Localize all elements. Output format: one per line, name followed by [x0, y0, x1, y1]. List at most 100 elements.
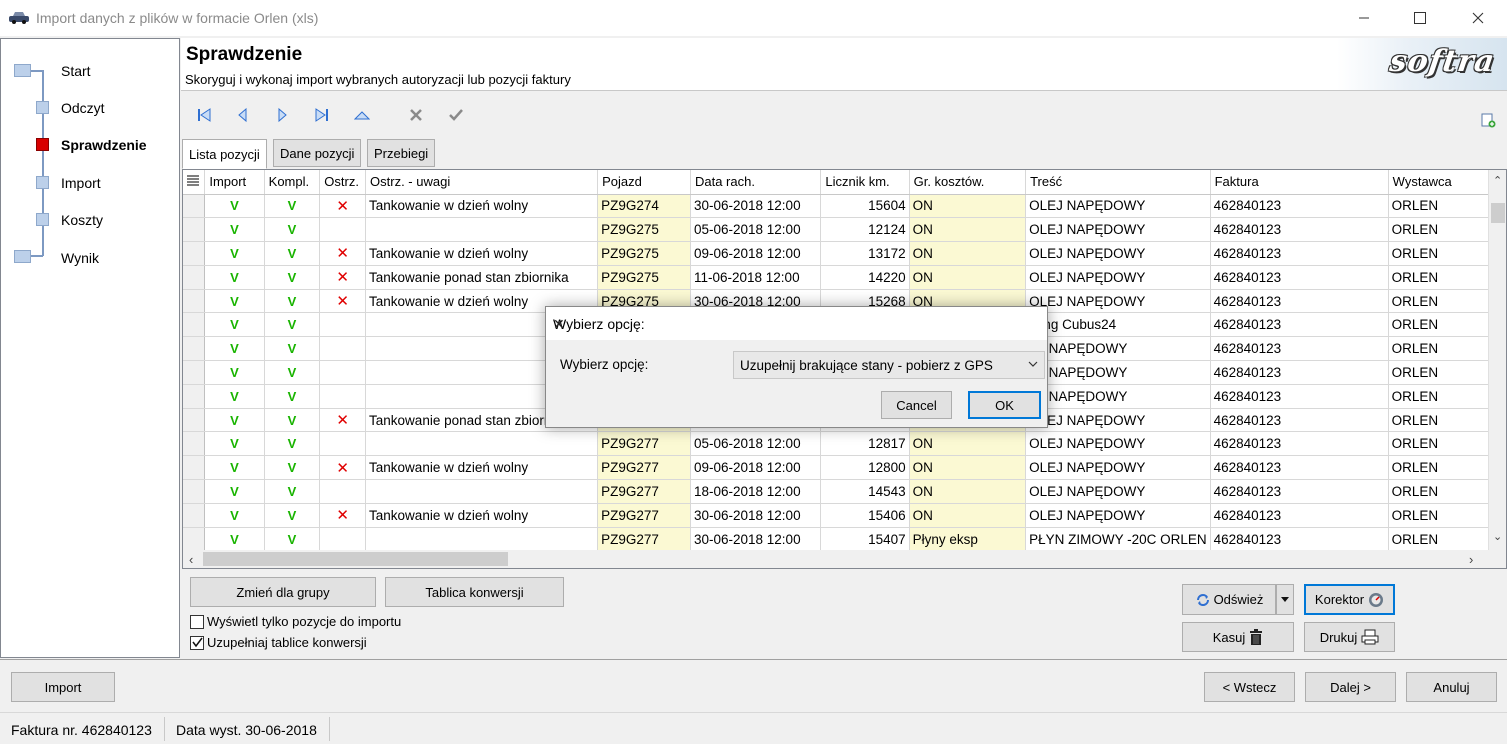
kompl-cell[interactable]: V — [264, 503, 321, 528]
odometer-cell[interactable]: 12800 — [820, 455, 910, 481]
cancel-button[interactable]: Anuluj — [1406, 672, 1497, 702]
warning-cell[interactable] — [319, 217, 367, 243]
issuer-cell[interactable]: ORLEN — [1388, 431, 1500, 457]
row-selector-header[interactable] — [183, 170, 206, 195]
warning-notes-cell[interactable]: Tankowanie w dzień wolny — [365, 455, 599, 481]
cost-group-cell[interactable]: ON — [909, 265, 1027, 290]
tab-lista-pozycji[interactable]: Lista pozycji — [182, 139, 267, 169]
row-selector[interactable] — [183, 503, 206, 528]
import-cell[interactable]: V — [204, 360, 265, 385]
delete-button[interactable]: Kasuj — [1182, 622, 1294, 652]
close-window-button[interactable] — [1449, 0, 1507, 36]
invoice-number-cell[interactable]: 462840123 — [1210, 289, 1389, 314]
invoice-number-cell[interactable]: 462840123 — [1210, 384, 1389, 409]
issuer-cell[interactable]: ORLEN — [1388, 527, 1500, 552]
first-record-button[interactable] — [194, 105, 214, 125]
vehicle-cell[interactable]: PZ9G275 — [597, 241, 691, 266]
invoice-date-cell[interactable]: 30-06-2018 12:00 — [690, 527, 822, 552]
import-cell[interactable]: V — [204, 408, 265, 433]
import-cell[interactable]: V — [204, 194, 265, 219]
warning-cell[interactable]: ✕ — [319, 241, 367, 266]
invoice-date-cell[interactable]: 18-06-2018 12:00 — [690, 479, 822, 504]
row-selector[interactable] — [183, 408, 206, 433]
maximize-button[interactable] — [1391, 0, 1449, 36]
next-button[interactable]: Dalej > — [1305, 672, 1396, 702]
invoice-date-cell[interactable]: 09-06-2018 12:00 — [690, 241, 822, 266]
kompl-cell[interactable]: V — [264, 241, 321, 266]
scroll-up-icon[interactable]: ⌃ — [1493, 174, 1502, 187]
warning-cell[interactable] — [319, 312, 367, 338]
back-button[interactable]: < Wstecz — [1204, 672, 1295, 702]
table-row[interactable]: V V ✕ Tankowanie w dzień wolny PZ9G274 30-06-… — [183, 194, 1506, 219]
warning-cell[interactable]: ✕ — [319, 289, 367, 314]
table-row[interactable]: V V PZ9G275 05-06-2018 12:00 12124 ON OLEJ NAP… — [183, 217, 1506, 243]
row-selector[interactable] — [183, 455, 206, 481]
warning-notes-cell[interactable]: Tankowanie w dzień wolny — [365, 194, 599, 219]
dialog-close-icon[interactable]: ✕ — [553, 316, 1035, 333]
minimize-button[interactable] — [1335, 0, 1393, 36]
warning-cell[interactable]: ✕ — [319, 503, 367, 528]
warning-cell[interactable] — [319, 360, 367, 385]
invoice-date-cell[interactable]: 30-06-2018 12:00 — [690, 194, 822, 219]
invoice-date-cell[interactable]: 30-06-2018 12:00 — [690, 503, 822, 528]
issuer-cell[interactable]: ORLEN — [1388, 217, 1500, 243]
invoice-number-cell[interactable]: 462840123 — [1210, 336, 1389, 362]
horizontal-scrollbar[interactable]: ‹ › — [183, 550, 1506, 568]
vehicle-cell[interactable]: PZ9G277 — [597, 431, 691, 457]
warning-notes-cell[interactable]: Tankowanie w dzień wolny — [365, 241, 599, 266]
move-up-button[interactable] — [352, 105, 372, 125]
invoice-number-cell[interactable]: 462840123 — [1210, 431, 1389, 457]
odometer-cell[interactable]: 12124 — [820, 217, 910, 243]
column-header-data[interactable]: Data rach. — [690, 170, 822, 195]
invoice-number-cell[interactable]: 462840123 — [1210, 408, 1389, 433]
table-row[interactable]: V V PZ9G277 05-06-2018 12:00 12817 ON OLEJ NAP… — [183, 431, 1506, 457]
vehicle-cell[interactable]: PZ9G277 — [597, 527, 691, 552]
confirm-edit-button[interactable] — [446, 105, 466, 125]
invoice-number-cell[interactable]: 462840123 — [1210, 360, 1389, 385]
column-header-faktura[interactable]: Faktura — [1210, 170, 1389, 195]
warning-notes-cell[interactable]: Tankowanie w dzień wolny — [365, 503, 599, 528]
description-cell[interactable]: EJ NAPĘDOWY — [1025, 336, 1211, 362]
table-row[interactable]: V V ✕ Tankowanie ponad stan zbiornika PZ9G27… — [183, 265, 1506, 290]
description-cell[interactable]: OLEJ NAPĘDOWY — [1025, 194, 1211, 219]
next-record-button[interactable] — [272, 105, 292, 125]
issuer-cell[interactable]: ORLEN — [1388, 384, 1500, 409]
import-cell[interactable]: V — [204, 455, 265, 481]
issuer-cell[interactable]: ORLEN — [1388, 194, 1500, 219]
print-button[interactable]: Drukuj — [1304, 622, 1395, 652]
invoice-number-cell[interactable]: 462840123 — [1210, 217, 1389, 243]
table-row[interactable]: V V PZ9G277 18-06-2018 12:00 14543 ON OLEJ NAP… — [183, 479, 1506, 504]
row-selector[interactable] — [183, 312, 206, 338]
import-cell[interactable]: V — [204, 241, 265, 266]
fill-conversion-checkbox-box[interactable] — [190, 635, 204, 650]
vehicle-cell[interactable]: PZ9G277 — [597, 455, 691, 481]
row-selector[interactable] — [183, 384, 206, 409]
refresh-dropdown-button[interactable] — [1276, 584, 1294, 615]
vertical-scroll-thumb[interactable] — [1491, 203, 1505, 223]
cost-group-cell[interactable]: Płyny eksp — [909, 527, 1027, 552]
invoice-date-cell[interactable]: 05-06-2018 12:00 — [690, 431, 822, 457]
column-header-ostrz[interactable]: Ostrz. — [319, 170, 367, 195]
column-header-licznik[interactable]: Licznik km. — [820, 170, 910, 195]
odometer-cell[interactable]: 15407 — [820, 527, 910, 552]
issuer-cell[interactable]: ORLEN — [1388, 408, 1500, 433]
warning-cell[interactable] — [319, 336, 367, 362]
kompl-cell[interactable]: V — [264, 289, 321, 314]
horizontal-scroll-thumb[interactable] — [203, 552, 508, 566]
column-header-kompl[interactable]: Kompl. — [264, 170, 321, 195]
kompl-cell[interactable]: V — [264, 384, 321, 409]
last-record-button[interactable] — [312, 105, 332, 125]
only-import-checkbox[interactable]: Wyświetl tylko pozycje do importu — [190, 614, 401, 629]
kompl-cell[interactable]: V — [264, 336, 321, 362]
scroll-right-icon[interactable]: › — [1469, 552, 1473, 567]
warning-notes-cell[interactable] — [365, 479, 599, 504]
kompl-cell[interactable]: V — [264, 455, 321, 481]
table-row[interactable]: V V ✕ Tankowanie w dzień wolny PZ9G277 09-06-… — [183, 455, 1506, 481]
invoice-date-cell[interactable]: 05-06-2018 12:00 — [690, 217, 822, 243]
import-cell[interactable]: V — [204, 289, 265, 314]
warning-notes-cell[interactable]: Tankowanie ponad stan zbiornika — [365, 265, 599, 290]
scroll-down-icon[interactable]: ⌄ — [1493, 530, 1502, 543]
kompl-cell[interactable]: V — [264, 312, 321, 338]
issuer-cell[interactable]: ORLEN — [1388, 312, 1500, 338]
invoice-number-cell[interactable]: 462840123 — [1210, 479, 1389, 504]
